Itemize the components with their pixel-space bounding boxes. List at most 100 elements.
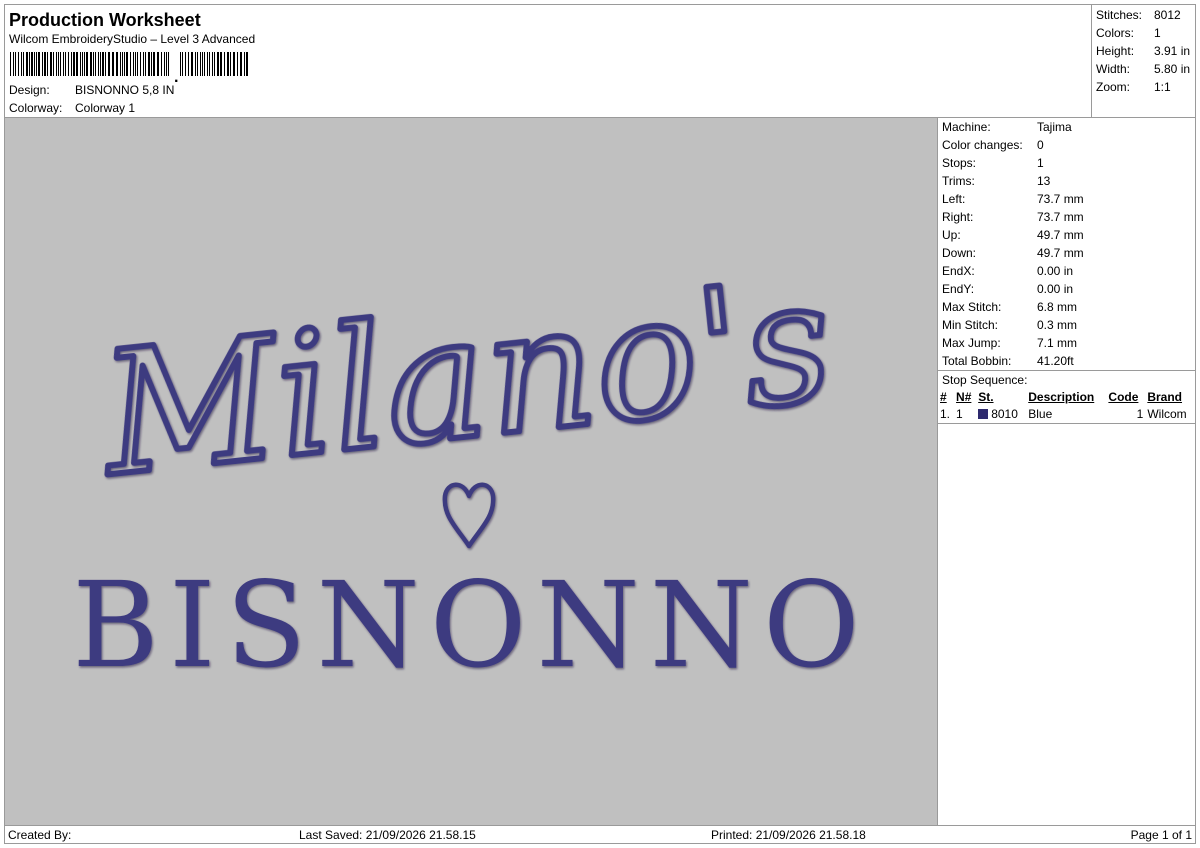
barcode-bar: [42, 52, 43, 76]
barcode-bar: [38, 52, 40, 76]
machine-row-6-label: Up:: [942, 228, 961, 242]
barcode-bar: [84, 52, 85, 76]
barcode-bar: [116, 52, 118, 76]
thread-color-swatch: [978, 409, 989, 419]
barcode-bar: [126, 52, 128, 76]
machine-row-0-value: Tajima: [1037, 120, 1072, 134]
barcode-bar: [188, 52, 189, 76]
machine-row-7: Down: 49.7 mm: [938, 244, 1195, 262]
barcode-bar: [71, 52, 72, 76]
machine-row-5: Right: 73.7 mm: [938, 208, 1195, 226]
barcode-bar: [202, 52, 203, 76]
barcode-bar: [230, 52, 231, 76]
barcode-bar: [227, 52, 229, 76]
machine-row-8-label: EndX:: [942, 264, 975, 278]
last-saved: Last Saved: 21/09/2026 21.58.15: [299, 828, 476, 842]
machine-row-4: Left: 73.7 mm: [938, 190, 1195, 208]
barcode-bar: [60, 52, 61, 76]
worksheet-header: Production Worksheet Wilcom EmbroiderySt…: [4, 4, 1092, 118]
machine-row-10-value: 6.8 mm: [1037, 300, 1078, 314]
barcode-bar: [29, 52, 30, 76]
barcode-bar: [191, 52, 193, 76]
stat-row-4-value: 1:1: [1154, 80, 1171, 94]
barcode-bar: [93, 52, 94, 76]
barcode-bar: [137, 52, 138, 76]
barcode-bar: [209, 52, 210, 76]
machine-row-7-value: 49.7 mm: [1037, 246, 1084, 260]
stop-sequence-heading: Stop Sequence:: [938, 370, 1195, 389]
stat-row-4: Zoom: 1:1: [1092, 78, 1195, 96]
barcode-bar: [168, 52, 169, 76]
barcode-bar: [214, 52, 215, 76]
barcode-bar: [112, 52, 114, 76]
barcode-bar: [53, 52, 54, 76]
barcode-bar: [197, 52, 198, 76]
stat-row-1-value: 1: [1154, 26, 1161, 40]
page-number: Page 1 of 1: [1130, 828, 1192, 842]
barcode-bar: [95, 52, 96, 76]
stat-row-2-value: 3.91 in: [1154, 44, 1191, 58]
machine-row-9-value: 0.00 in: [1037, 282, 1074, 296]
design-row: Design: BISNONNO 5,8 IN: [9, 83, 174, 97]
barcode-bar: [157, 52, 159, 76]
machine-row-10-label: Max Stitch:: [942, 300, 1002, 314]
barcode-bar: [44, 52, 46, 76]
worksheet-footer: Created By: Last Saved: 21/09/2026 21.58…: [4, 825, 1196, 844]
machine-row-12-label: Max Jump:: [942, 336, 1001, 350]
stop-cell: 1: [954, 406, 977, 424]
barcode-bar: [182, 52, 183, 76]
machine-row-2: Stops: 1: [938, 154, 1195, 172]
machine-info-panel: Machine: Tajima Color changes: 0 Stops: 1 Trim…: [937, 117, 1196, 826]
barcode-bar: [240, 52, 242, 76]
stop-row: 1. 1 8010 Blue 1 Wilcom: [938, 406, 1195, 424]
stop-column-header: St.: [978, 390, 994, 404]
machine-row-11-value: 0.3 mm: [1037, 318, 1078, 332]
barcode-bar: [151, 52, 152, 76]
barcode-bar: [15, 52, 16, 76]
barcode-bar: [90, 52, 92, 76]
machine-row-1-label: Color changes:: [942, 138, 1023, 152]
barcode-bar: [34, 52, 35, 76]
stop-sequence-table: # N# St. Description Code Brand 1. 1 8010 Blue 1 W…: [938, 389, 1195, 424]
barcode-bar: [220, 52, 222, 76]
barcode-bar: [13, 52, 14, 76]
barcode-bar: [185, 52, 186, 76]
barcode-bar: [212, 52, 213, 76]
barcode-bar: [31, 52, 33, 76]
barcode-bar: [161, 52, 162, 76]
machine-row-7-label: Down:: [942, 246, 977, 260]
stat-row-2-label: Height:: [1096, 44, 1135, 58]
machine-row-11-label: Min Stitch:: [942, 318, 999, 332]
barcode-bar: [122, 52, 123, 76]
design-block-text: BISNONNO: [72, 556, 869, 694]
barcode-bar: [207, 52, 208, 76]
barcode-bar: [102, 52, 104, 76]
machine-row-12: Max Jump: 7.1 mm: [938, 334, 1195, 352]
barcode-bar: [108, 52, 110, 76]
machine-row-5-label: Right:: [942, 210, 974, 224]
barcode-bar: [68, 52, 69, 76]
stop-cell: Wilcom: [1145, 406, 1195, 424]
barcode-bar: [244, 52, 245, 76]
stat-row-1: Colors: 1: [1092, 24, 1195, 42]
machine-row-8-value: 0.00 in: [1037, 264, 1074, 278]
machine-row-2-value: 1: [1037, 156, 1044, 170]
machine-row-8: EndX: 0.00 in: [938, 262, 1195, 280]
embroidery-design: Milano's BISNONNO: [72, 239, 869, 694]
barcode-bar: [73, 52, 75, 76]
barcode-bar: [124, 52, 125, 76]
barcode-bar: [21, 52, 22, 76]
design-label: Design:: [9, 83, 50, 97]
design-preview[interactable]: Milano's BISNONNO: [4, 117, 938, 826]
machine-row-3-label: Trims:: [942, 174, 975, 188]
machine-row-1: Color changes: 0: [938, 136, 1195, 154]
barcode-bar: [36, 52, 37, 76]
stop-column-header: #: [940, 390, 947, 404]
barcode-bar: [224, 52, 225, 76]
barcode-bar: [180, 52, 181, 76]
barcode-bar: [164, 52, 165, 76]
barcode-bar: [148, 52, 150, 76]
machine-row-1-value: 0: [1037, 138, 1044, 152]
machine-row-4-label: Left:: [942, 192, 966, 206]
machine-row-9-label: EndY:: [942, 282, 975, 296]
